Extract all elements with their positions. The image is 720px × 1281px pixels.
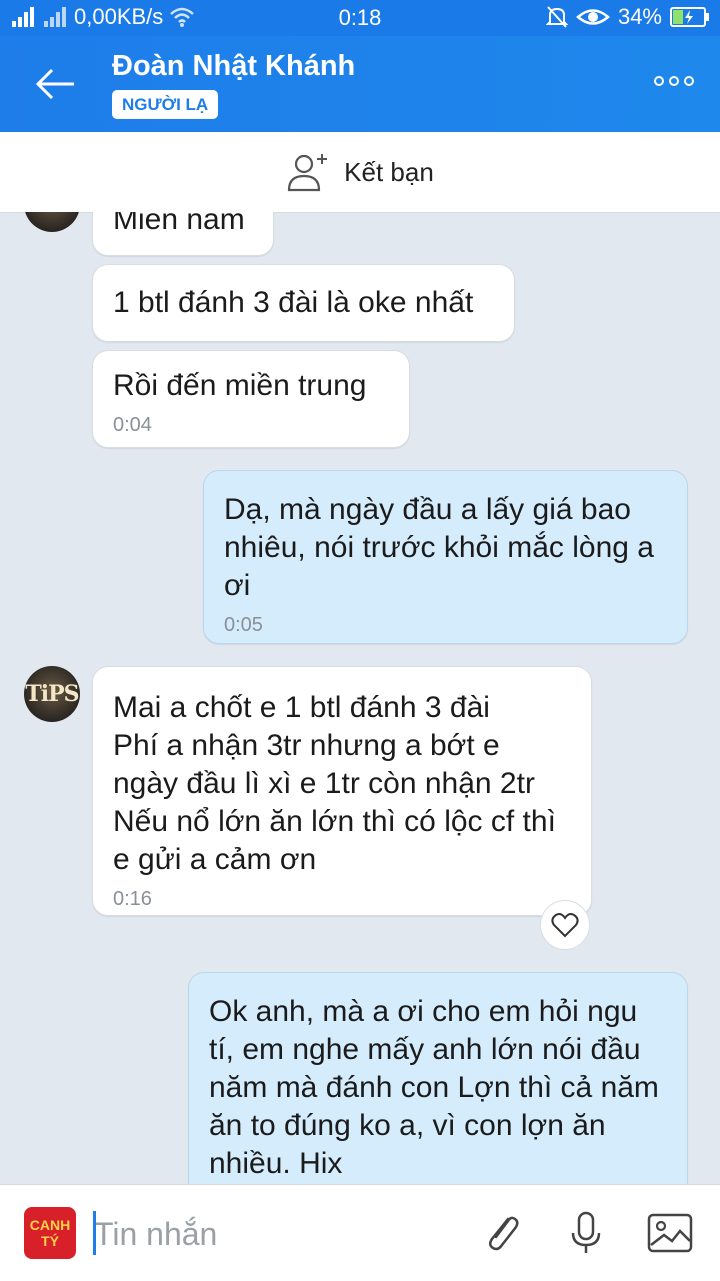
text-cursor — [93, 1211, 96, 1255]
message-time: 0:04 — [113, 414, 152, 436]
message-bubble[interactable]: Dạ, mà ngày đầu a lấy giá bao nhiêu, nói… — [203, 470, 688, 644]
message-bubble[interactable]: Ok anh, mà a ơi cho em hỏi ngu tí, em ng… — [188, 972, 688, 1184]
like-button[interactable] — [540, 900, 590, 950]
message-text: Phí a nhận 3tr nhưng a bớt e ngày đầu lì… — [113, 729, 535, 800]
message-composer: CANH TÝ — [0, 1184, 720, 1281]
add-friend-icon — [288, 154, 328, 192]
sticker-button[interactable]: CANH TÝ — [24, 1207, 76, 1259]
message-list[interactable]: TiPS Miền nam 1 btl đánh 3 đài là oke nh… — [0, 212, 720, 1184]
message-text: Dạ, mà ngày đầu a lấy giá bao nhiêu, nói… — [224, 493, 654, 602]
battery-level: 34% — [617, 4, 662, 29]
message-bubble[interactable]: Rồi đến miền trung 0:04 — [92, 350, 410, 448]
message-bubble[interactable]: Mai a chốt e 1 btl đánh 3 đài Phí a nhận… — [92, 666, 592, 916]
message-time: 0:05 — [224, 614, 263, 636]
chat-header: Đoàn Nhật Khánh NGƯỜI LẠ — [0, 36, 720, 132]
message-time: 0:16 — [113, 888, 152, 910]
attachment-icon[interactable] — [478, 1209, 526, 1257]
microphone-icon[interactable] — [562, 1209, 610, 1257]
message-text: Ok anh, mà a ơi cho em hỏi ngu tí, em ng… — [209, 995, 659, 1180]
eye-icon — [576, 9, 610, 25]
mute-icon — [545, 6, 568, 28]
message-text: Nếu nổ lớn ăn lớn thì có lộc cf thì e gử… — [113, 805, 556, 876]
back-arrow-icon[interactable] — [34, 66, 78, 102]
status-bar: 0,00KB/s 0:18 34% — [0, 0, 720, 36]
message-text: Rồi đến miền trung — [113, 369, 367, 402]
message-text: 1 btl đánh 3 đài là oke nhất — [113, 286, 474, 319]
battery-icon — [670, 7, 709, 27]
stranger-badge: NGƯỜI LẠ — [112, 90, 219, 119]
more-options-icon[interactable] — [654, 76, 694, 86]
heart-icon — [551, 913, 579, 938]
add-friend-button[interactable]: Kết bạn — [0, 132, 720, 213]
image-icon[interactable] — [646, 1209, 694, 1257]
message-bubble[interactable]: 1 btl đánh 3 đài là oke nhất — [92, 264, 515, 342]
avatar[interactable]: TiPS — [24, 666, 80, 722]
message-input[interactable] — [92, 1205, 456, 1263]
message-text: Mai a chốt e 1 btl đánh 3 đài — [113, 691, 490, 724]
message-text: Miền nam — [113, 212, 245, 236]
add-friend-label: Kết bạn — [344, 156, 434, 187]
avatar[interactable]: TiPS — [24, 212, 80, 232]
message-bubble[interactable]: Miền nam — [92, 212, 274, 256]
contact-name[interactable]: Đoàn Nhật Khánh — [112, 50, 355, 83]
